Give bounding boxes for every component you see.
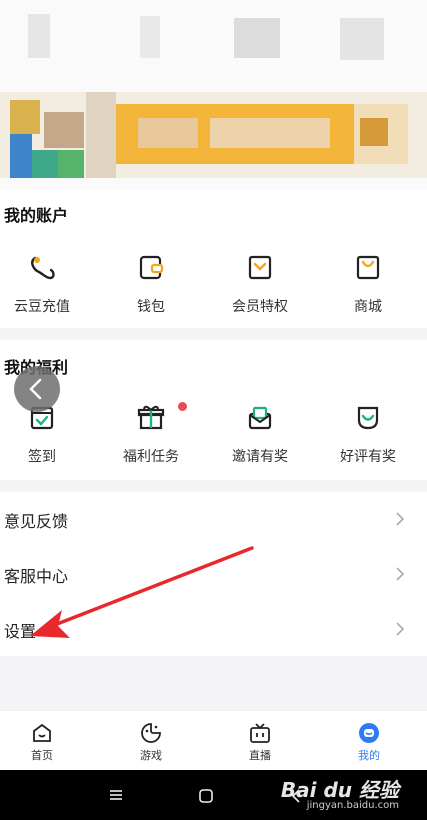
home-icon: [33, 723, 51, 742]
watermark: Bai du 经验 jingyan.baidu.com: [281, 772, 409, 816]
watermark-sub: jingyan.baidu.com: [306, 800, 399, 811]
tab-label: 我的: [358, 749, 380, 762]
watermark-main: Bai du 经验: [280, 778, 399, 802]
tab-home[interactable]: 首页: [7, 711, 77, 771]
tab-label: 首页: [31, 749, 53, 762]
annotation-arrow: [30, 546, 254, 638]
bottom-tab-bar: 首页 游戏 直播 我的: [0, 710, 427, 771]
game-icon: [141, 723, 161, 743]
tab-label: 游戏: [140, 749, 162, 762]
tab-live[interactable]: 直播: [225, 711, 295, 771]
tab-me[interactable]: 我的: [334, 711, 404, 771]
menu-icon[interactable]: [108, 788, 124, 802]
home-square-icon[interactable]: [198, 788, 214, 804]
me-icon: [359, 723, 379, 743]
tv-icon: [250, 723, 270, 743]
tab-games[interactable]: 游戏: [116, 711, 186, 771]
tab-label: 直播: [249, 749, 271, 762]
